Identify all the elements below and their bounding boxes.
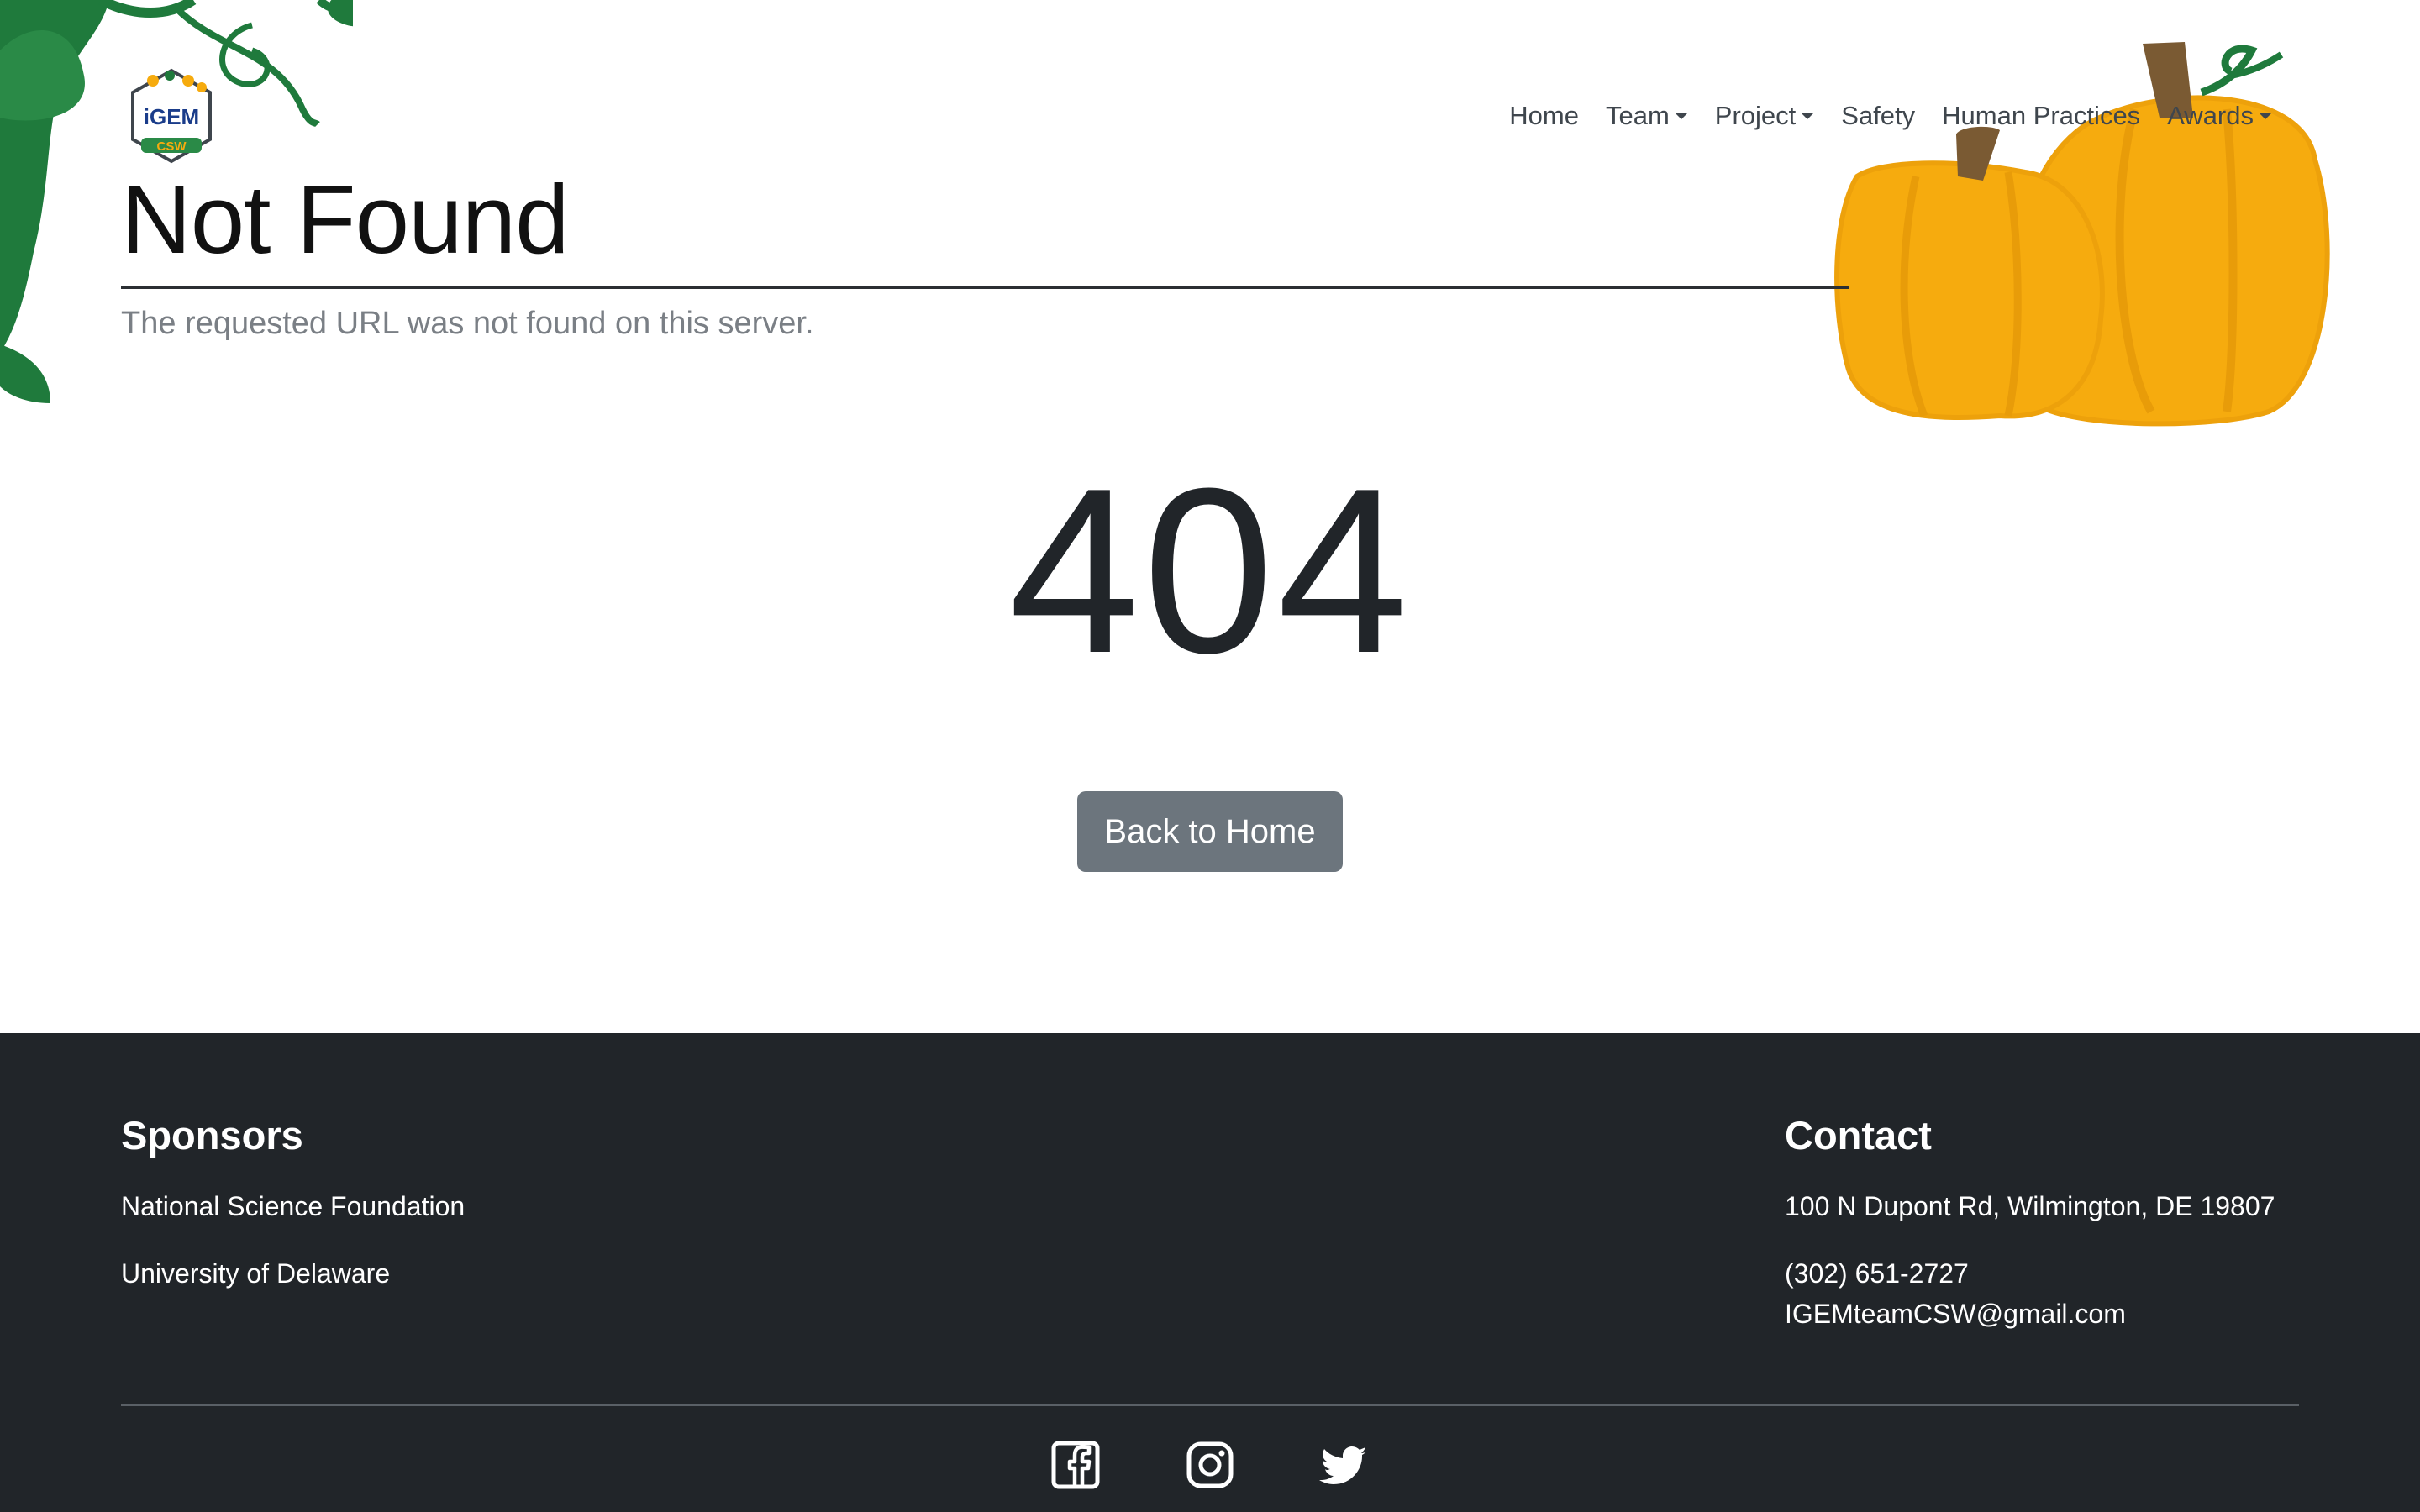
page-title: Not Found [121,165,570,274]
svg-text:iGEM: iGEM [144,104,199,129]
nav-team[interactable]: Team [1592,101,1702,131]
footer-divider [121,1404,2299,1406]
nav-team-label: Team [1605,101,1670,130]
caret-down-icon [1801,113,1815,119]
contact-section: Contact 100 N Dupont Rd, Wilmington, DE … [1785,1112,2275,1331]
error-code: 404 [1008,440,1412,702]
nav-awards[interactable]: Awards [2154,101,2286,131]
nav-awards-label: Awards [2167,101,2254,130]
nav-safety[interactable]: Safety [1828,101,1928,131]
title-divider [121,286,1849,289]
contact-heading: Contact [1785,1113,1932,1158]
facebook-icon[interactable] [1050,1440,1101,1490]
contact-email[interactable]: IGEMteamCSW@gmail.com [1785,1297,2275,1331]
sponsors-section: Sponsors National Science Foundation Uni… [121,1112,465,1290]
nav-project[interactable]: Project [1702,101,1828,131]
page-subtitle: The requested URL was not found on this … [121,306,814,341]
pumpkins-decoration [1834,42,2330,427]
social-links [0,1440,2420,1490]
nav-project-label: Project [1714,101,1797,130]
sponsor-item: National Science Foundation [121,1191,466,1221]
contact-address: 100 N Dupont Rd, Wilmington, DE 19807 [1785,1191,2275,1221]
igem-logo[interactable]: iGEM CSW [128,67,215,165]
main-nav: Home Team Project Safety Human Practices… [1496,101,2286,131]
sponsor-item: University of Delaware [121,1258,391,1289]
caret-down-icon [1674,113,1688,119]
nav-home-label: Home [1509,101,1579,130]
svg-text:CSW: CSW [157,139,187,154]
twitter-icon[interactable] [1319,1440,1370,1490]
nav-human-practices-label: Human Practices [1942,101,2141,130]
back-to-home-button[interactable]: Back to Home [1077,791,1343,872]
sponsors-heading: Sponsors [121,1113,303,1158]
contact-phone: (302) 651-2727 [1785,1258,1969,1289]
instagram-icon[interactable] [1185,1440,1235,1490]
nav-human-practices[interactable]: Human Practices [1928,101,2154,131]
nav-home[interactable]: Home [1496,101,1592,131]
site-footer: Sponsors National Science Foundation Uni… [0,1033,2420,1512]
igem-logo-icon: iGEM CSW [131,68,212,164]
caret-down-icon [2259,113,2272,119]
nav-safety-label: Safety [1841,101,1916,130]
